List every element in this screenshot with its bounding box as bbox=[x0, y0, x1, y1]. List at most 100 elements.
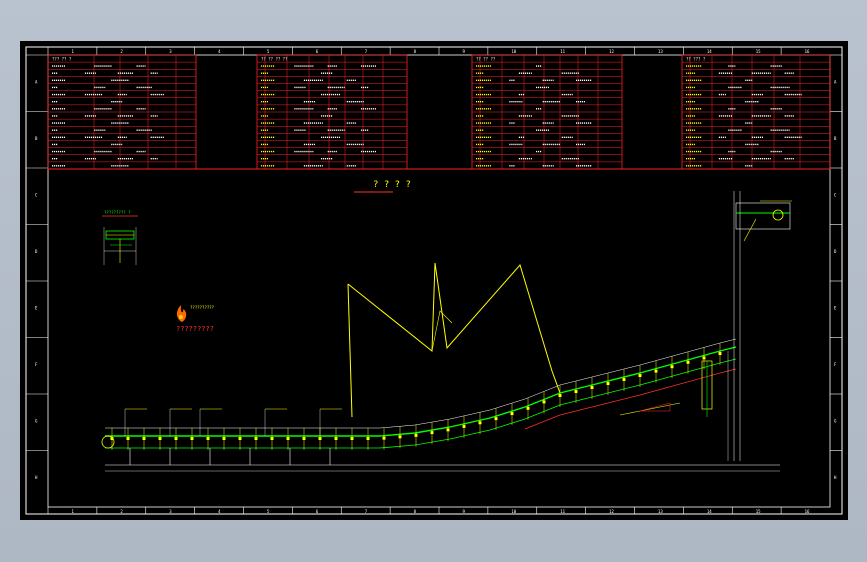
right-tick-label: D bbox=[834, 249, 837, 254]
bottom-tick-label: 16 bbox=[805, 509, 810, 514]
flame-logo-icon bbox=[176, 305, 187, 322]
bottom-tick-label: 7 bbox=[365, 509, 368, 514]
right-tick-label: C bbox=[834, 192, 837, 197]
schedule-table-4: ?? ??? ? bbox=[681, 54, 831, 170]
bottom-tick-label: 14 bbox=[707, 509, 712, 514]
idler-roller bbox=[302, 437, 306, 440]
idler-roller bbox=[430, 431, 434, 435]
left-tick-label: C bbox=[35, 192, 38, 197]
idler-roller bbox=[350, 437, 354, 440]
bottom-tick-label: 12 bbox=[609, 509, 614, 514]
idler-roller bbox=[206, 437, 210, 440]
truss-leg-left bbox=[347, 283, 353, 418]
idler-roller bbox=[238, 437, 242, 440]
schedule-table-1: ??? ?? ? bbox=[47, 54, 197, 170]
idler-roller bbox=[158, 437, 162, 440]
top-tick-label: 9 bbox=[462, 49, 465, 54]
dimension-offset-line bbox=[524, 368, 737, 430]
drawing-sheet: 1 1 2 2 3 3 4 4 5 5 6 6 7 7 8 8 9 9 10 10 11 11 12 12 13 13 14 14 15… bbox=[20, 41, 848, 520]
tension-frame bbox=[347, 262, 561, 394]
idler-roller bbox=[414, 433, 418, 437]
idler-roller bbox=[702, 356, 706, 360]
table-header: ?? ?? ?? bbox=[476, 57, 496, 62]
top-tick-label: 4 bbox=[218, 49, 221, 54]
carrying-belt bbox=[105, 346, 737, 437]
slope-triangle bbox=[639, 402, 671, 412]
right-tick-label: G bbox=[834, 418, 837, 423]
left-tick-label: F bbox=[35, 362, 38, 367]
idler-roller bbox=[686, 360, 690, 364]
bottom-tick-label: 15 bbox=[756, 509, 761, 514]
detail-marker: ????????? ? bbox=[104, 210, 131, 215]
table-header: ?? ??? ? bbox=[686, 57, 706, 62]
bottom-tick-label: 6 bbox=[316, 509, 319, 514]
cad-drawing: 1122334455667788991010111112121313141415… bbox=[25, 46, 843, 515]
idler-roller bbox=[622, 378, 626, 381]
idler-roller bbox=[510, 412, 514, 416]
top-tick-label: 12 bbox=[609, 49, 614, 54]
idler-roller bbox=[670, 365, 674, 369]
idler-roller bbox=[254, 437, 258, 440]
top-tick-label: 3 bbox=[169, 49, 172, 54]
left-tick-label: E bbox=[35, 305, 38, 310]
table-header: ?? ?? ?? ?? bbox=[261, 57, 288, 62]
top-tick-label: 11 bbox=[560, 49, 565, 54]
top-tick-label: 16 bbox=[805, 49, 810, 54]
top-tick-label: 14 bbox=[707, 49, 712, 54]
left-tick-label: G bbox=[35, 418, 38, 423]
top-tick-label: 7 bbox=[365, 49, 368, 54]
idler-roller bbox=[654, 369, 658, 373]
top-tick-label: 5 bbox=[267, 49, 270, 54]
idler-roller bbox=[142, 437, 146, 440]
left-tick-label: B bbox=[35, 136, 38, 141]
idler-roller bbox=[638, 374, 642, 377]
right-tick-label: A bbox=[834, 79, 837, 84]
idler-roller bbox=[478, 421, 482, 425]
idler-roller bbox=[174, 437, 178, 440]
top-tick-label: 8 bbox=[414, 49, 417, 54]
bottom-tick-label: 5 bbox=[267, 509, 270, 514]
schedule-tables: ??? ?? ? ?? ?? ?? ?? ?? ?? ?? ?? ??? ? bbox=[47, 54, 831, 170]
idler-roller bbox=[526, 406, 530, 410]
idler-roller bbox=[558, 394, 562, 397]
head-pulley-section bbox=[727, 191, 792, 461]
idler-roller bbox=[222, 437, 226, 440]
table-header: ??? ?? ? bbox=[52, 57, 72, 62]
inner-frame bbox=[47, 54, 831, 508]
top-tick-label: 1 bbox=[71, 49, 74, 54]
idler-roller bbox=[590, 386, 594, 389]
idler-roller bbox=[334, 437, 338, 440]
idler-roller bbox=[494, 417, 498, 421]
idler-roller bbox=[446, 428, 450, 432]
left-tick-label: H bbox=[35, 475, 38, 480]
right-tick-label: B bbox=[834, 136, 837, 141]
schedule-table-3: ?? ?? ?? bbox=[471, 54, 623, 170]
bottom-tick-label: 10 bbox=[511, 509, 516, 514]
left-tick-label: A bbox=[35, 79, 38, 84]
top-tick-label: 13 bbox=[658, 49, 663, 54]
top-rail bbox=[105, 338, 737, 429]
idler-roller bbox=[542, 400, 546, 404]
logo-label: ?????????? bbox=[190, 305, 215, 310]
idler-roller bbox=[366, 437, 370, 440]
idler-roller bbox=[190, 437, 194, 440]
bottom-tick-label: 11 bbox=[560, 509, 565, 514]
idler-roller bbox=[382, 436, 386, 440]
bottom-tick-label: 4 bbox=[218, 509, 221, 514]
idler-roller bbox=[606, 382, 610, 385]
schedule-table-2: ?? ?? ?? ?? bbox=[256, 54, 408, 170]
idler-roller bbox=[318, 437, 322, 440]
bottom-tick-label: 2 bbox=[120, 509, 123, 514]
bottom-tick-label: 3 bbox=[169, 509, 172, 514]
bottom-tick-label: 13 bbox=[658, 509, 663, 514]
belt-conveyor bbox=[101, 338, 737, 465]
bottom-tick-label: 9 bbox=[462, 509, 465, 514]
top-tick-label: 2 bbox=[120, 49, 123, 54]
top-tick-label: 6 bbox=[316, 49, 319, 54]
drawing-title: ? ? ? ? bbox=[373, 180, 411, 190]
detail-section bbox=[103, 227, 137, 265]
right-tick-label: F bbox=[834, 362, 837, 367]
bottom-tick-label: 8 bbox=[414, 509, 417, 514]
right-tick-label: H bbox=[834, 475, 837, 480]
idler-roller bbox=[286, 437, 290, 440]
